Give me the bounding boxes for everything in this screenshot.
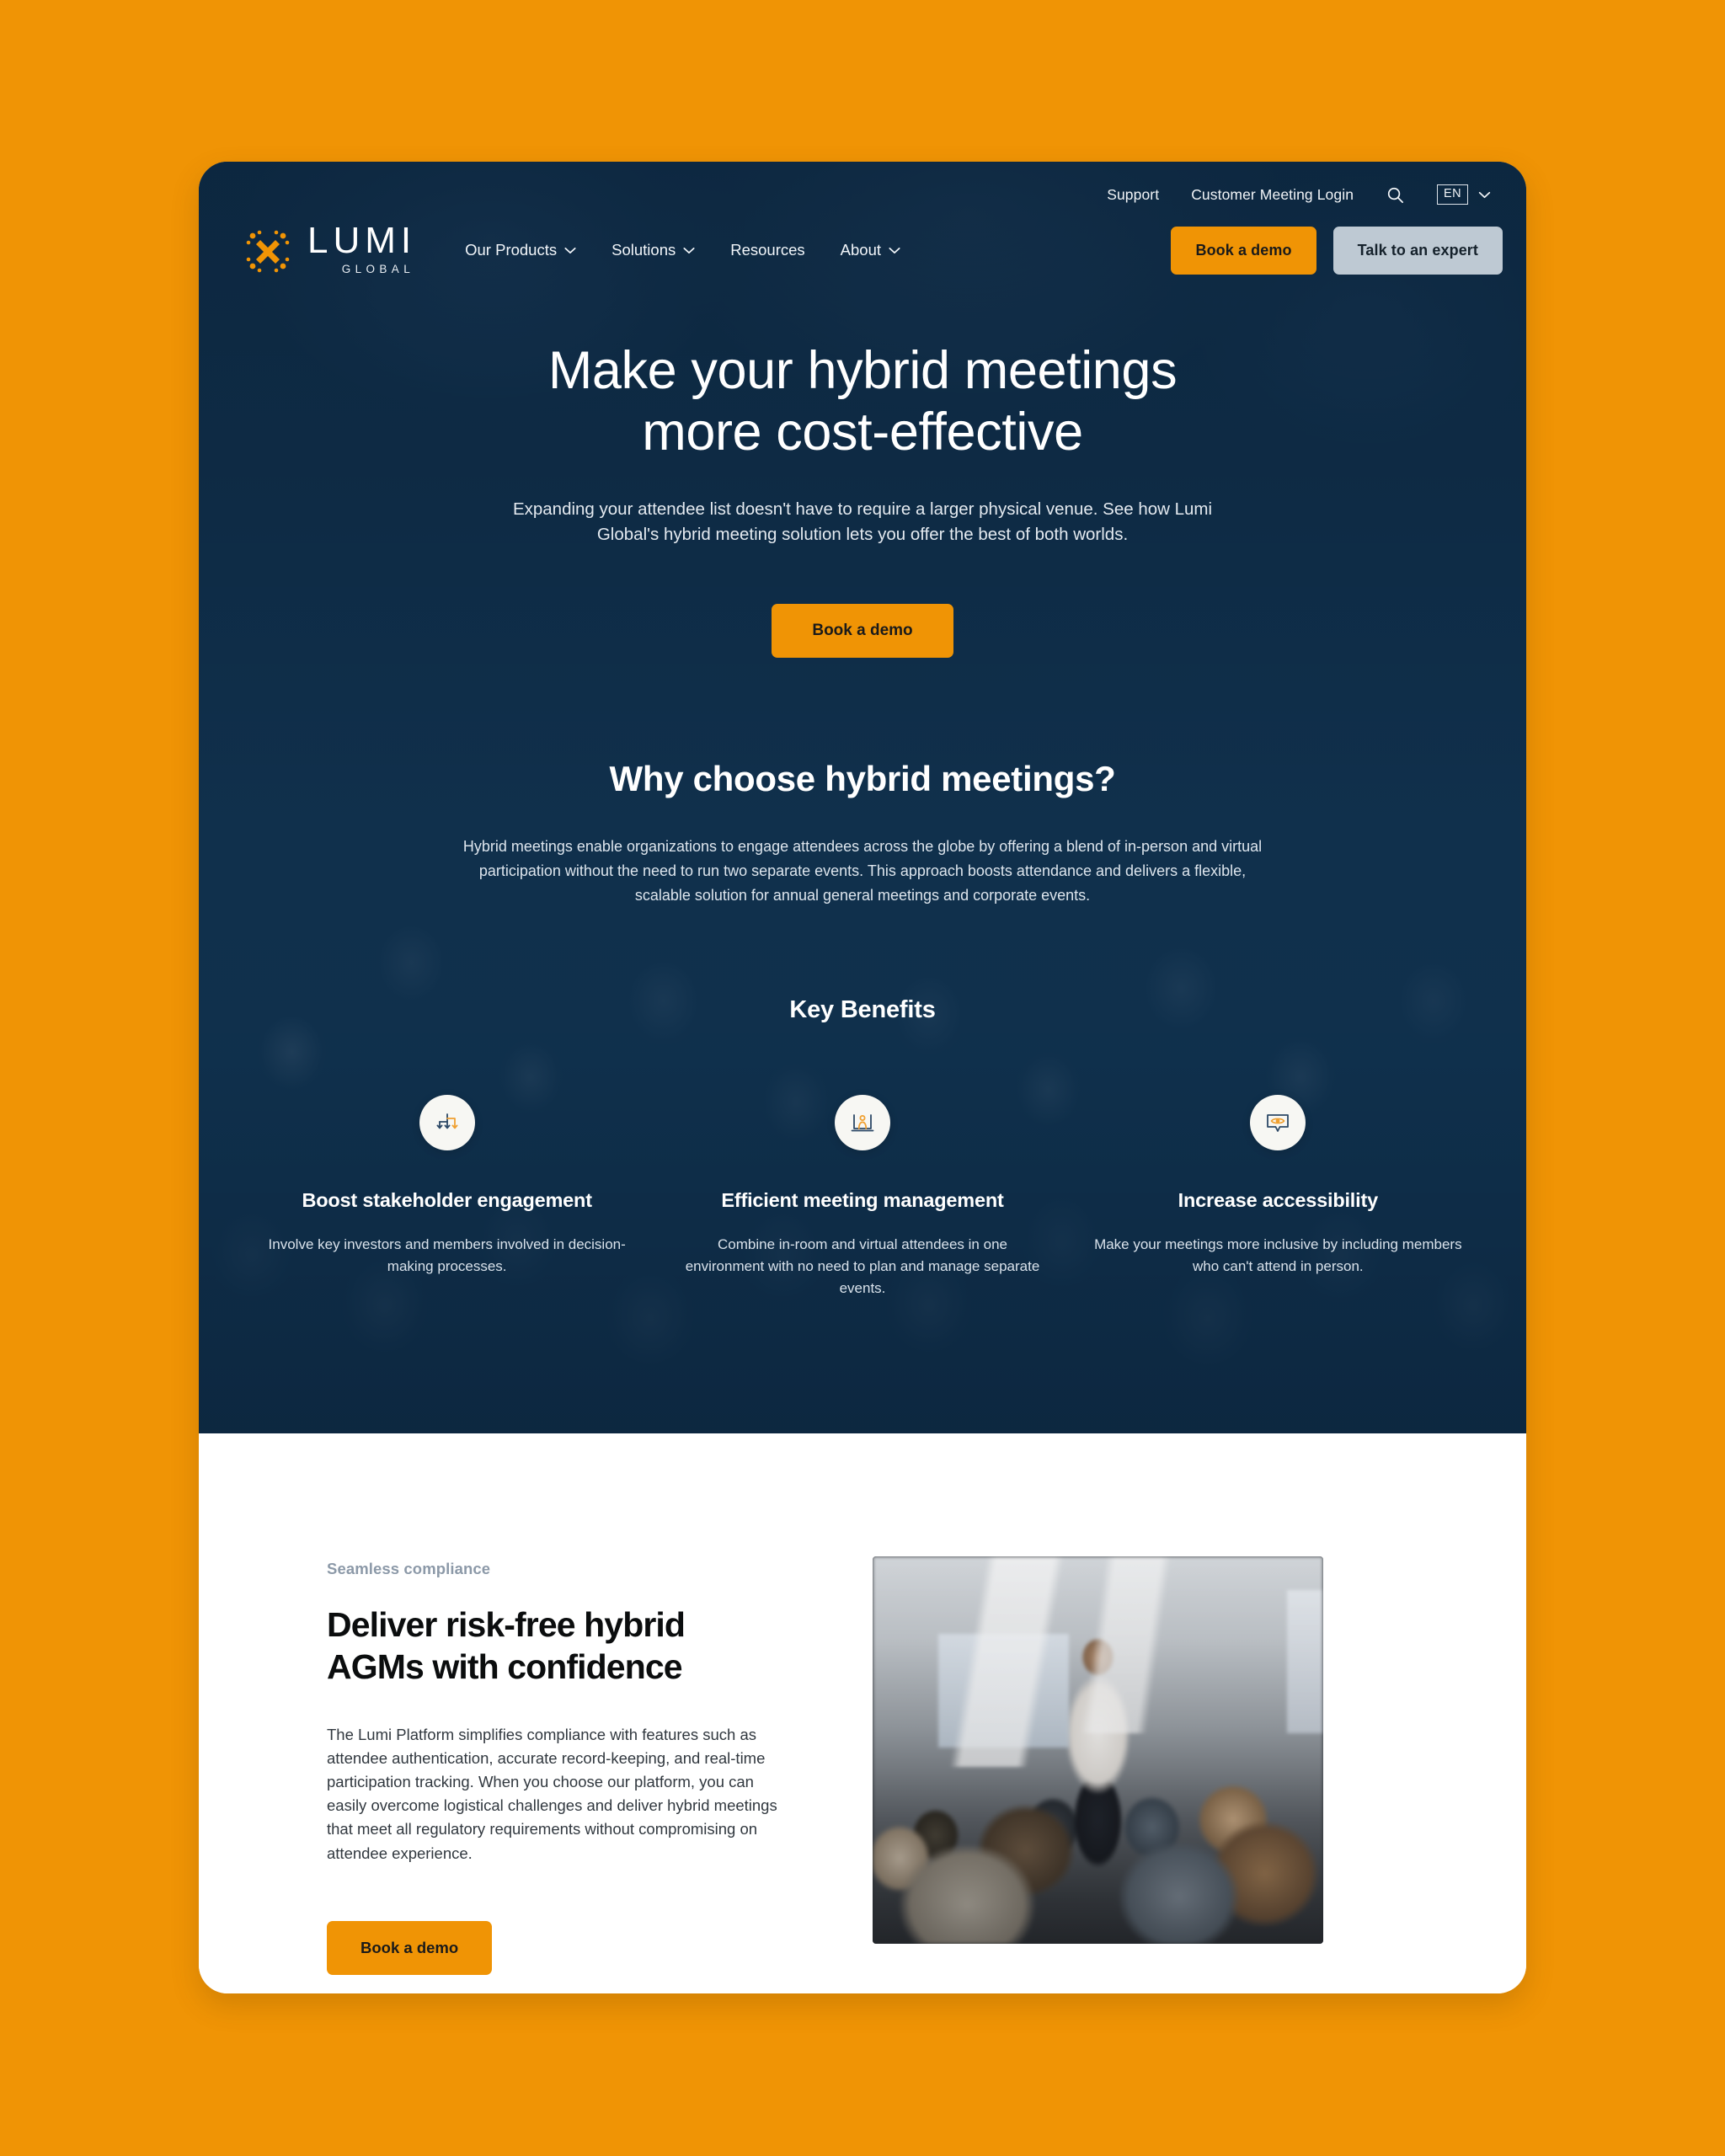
compliance-title-line-1: Deliver risk-free hybrid [327,1605,686,1644]
benefit-heading: Boost stakeholder engagement [302,1189,592,1212]
benefit-heading: Increase accessibility [1178,1189,1378,1212]
chevron-down-icon [1478,191,1491,198]
page-frame: Support Customer Meeting Login EN LUMI G… [199,162,1526,1993]
why-choose-section: Why choose hybrid meetings? Hybrid meeti… [199,759,1526,908]
conference-room-presentation-photo [873,1556,1323,1944]
nav-links: Our Products Solutions Resources About [465,241,900,259]
nav-item-about[interactable]: About [841,241,900,259]
language-code: EN [1437,184,1468,205]
hero-title-line-1: Make your hybrid meetings [547,341,1178,400]
hero-title-line-2: more cost-effective [642,403,1083,462]
brand-name: LUMI [307,220,417,262]
benefit-body: Involve key investors and members involv… [268,1235,626,1274]
benefit-item-efficient-meeting-management: Efficient meeting management Combine in-… [654,1095,1070,1299]
search-icon[interactable] [1386,185,1405,205]
chevron-down-icon [683,247,695,253]
benefit-item-boost-stakeholder-engagement: Boost stakeholder engagement Involve key… [239,1095,654,1299]
eye-speech-bubble-icon [1250,1095,1306,1151]
main-navigation: LUMI GLOBAL Our Products Solutions Resou… [199,207,1526,288]
why-choose-body: Hybrid meetings enable organizations to … [462,837,1263,905]
nav-book-a-demo-button[interactable]: Book a demo [1171,226,1316,275]
nav-cta-group: Book a demo Talk to an expert [1171,226,1503,275]
key-benefits-title: Key Benefits [789,996,936,1024]
chevron-down-icon [564,247,576,253]
nav-label: Solutions [611,241,676,259]
compliance-title-line-2: AGMs with confidence [327,1647,683,1687]
hero-title: Make your hybrid meetings more cost-effe… [199,340,1526,463]
compliance-image-column [873,1556,1398,1993]
brand-logo[interactable]: LUMI GLOBAL [243,220,417,276]
compliance-text-column: Seamless compliance Deliver risk-free hy… [327,1556,795,1993]
benefit-heading: Efficient meeting management [721,1189,1004,1212]
hero-subtitle: Expanding your attendee list doesn't hav… [512,499,1213,545]
benefit-body: Combine in-room and virtual attendees in… [685,1235,1040,1297]
nav-item-solutions[interactable]: Solutions [611,241,695,259]
branching-arrows-icon [419,1095,475,1151]
nav-item-our-products[interactable]: Our Products [465,241,576,259]
customer-meeting-login-link[interactable]: Customer Meeting Login [1191,186,1354,204]
lumi-x-logo-icon [243,226,293,276]
brand-tagline: GLOBAL [341,262,415,275]
compliance-title: Deliver risk-free hybrid AGMs with confi… [327,1604,795,1688]
presenter-laptop-icon [834,1095,890,1151]
support-link[interactable]: Support [1107,186,1159,204]
nav-label: Resources [730,241,805,259]
compliance-book-a-demo-button[interactable]: Book a demo [327,1920,493,1975]
benefit-body: Make your meetings more inclusive by inc… [1094,1235,1462,1274]
photo-shading [873,1556,1323,1944]
nav-label: About [840,241,882,259]
utility-bar: Support Customer Meeting Login EN [199,162,1526,207]
hero-book-a-demo-button[interactable]: Book a demo [772,603,953,658]
benefit-item-increase-accessibility: Increase accessibility Make your meeting… [1071,1095,1486,1299]
nav-label: Our Products [465,241,558,259]
why-choose-title: Why choose hybrid meetings? [609,758,1116,798]
compliance-body: The Lumi Platform simplifies compliance … [327,1726,777,1862]
nav-talk-to-an-expert-button[interactable]: Talk to an expert [1332,226,1503,275]
language-selector[interactable]: EN [1437,184,1491,205]
compliance-section: Seamless compliance Deliver risk-free hy… [199,1433,1526,1993]
hero-section: Support Customer Meeting Login EN LUMI G… [199,162,1526,1433]
chevron-down-icon [889,247,900,253]
compliance-eyebrow: Seamless compliance [327,1560,491,1577]
key-benefits-list: Boost stakeholder engagement Involve key… [199,1095,1526,1299]
nav-item-resources[interactable]: Resources [730,241,804,259]
hero-copy: Make your hybrid meetings more cost-effe… [199,288,1526,658]
